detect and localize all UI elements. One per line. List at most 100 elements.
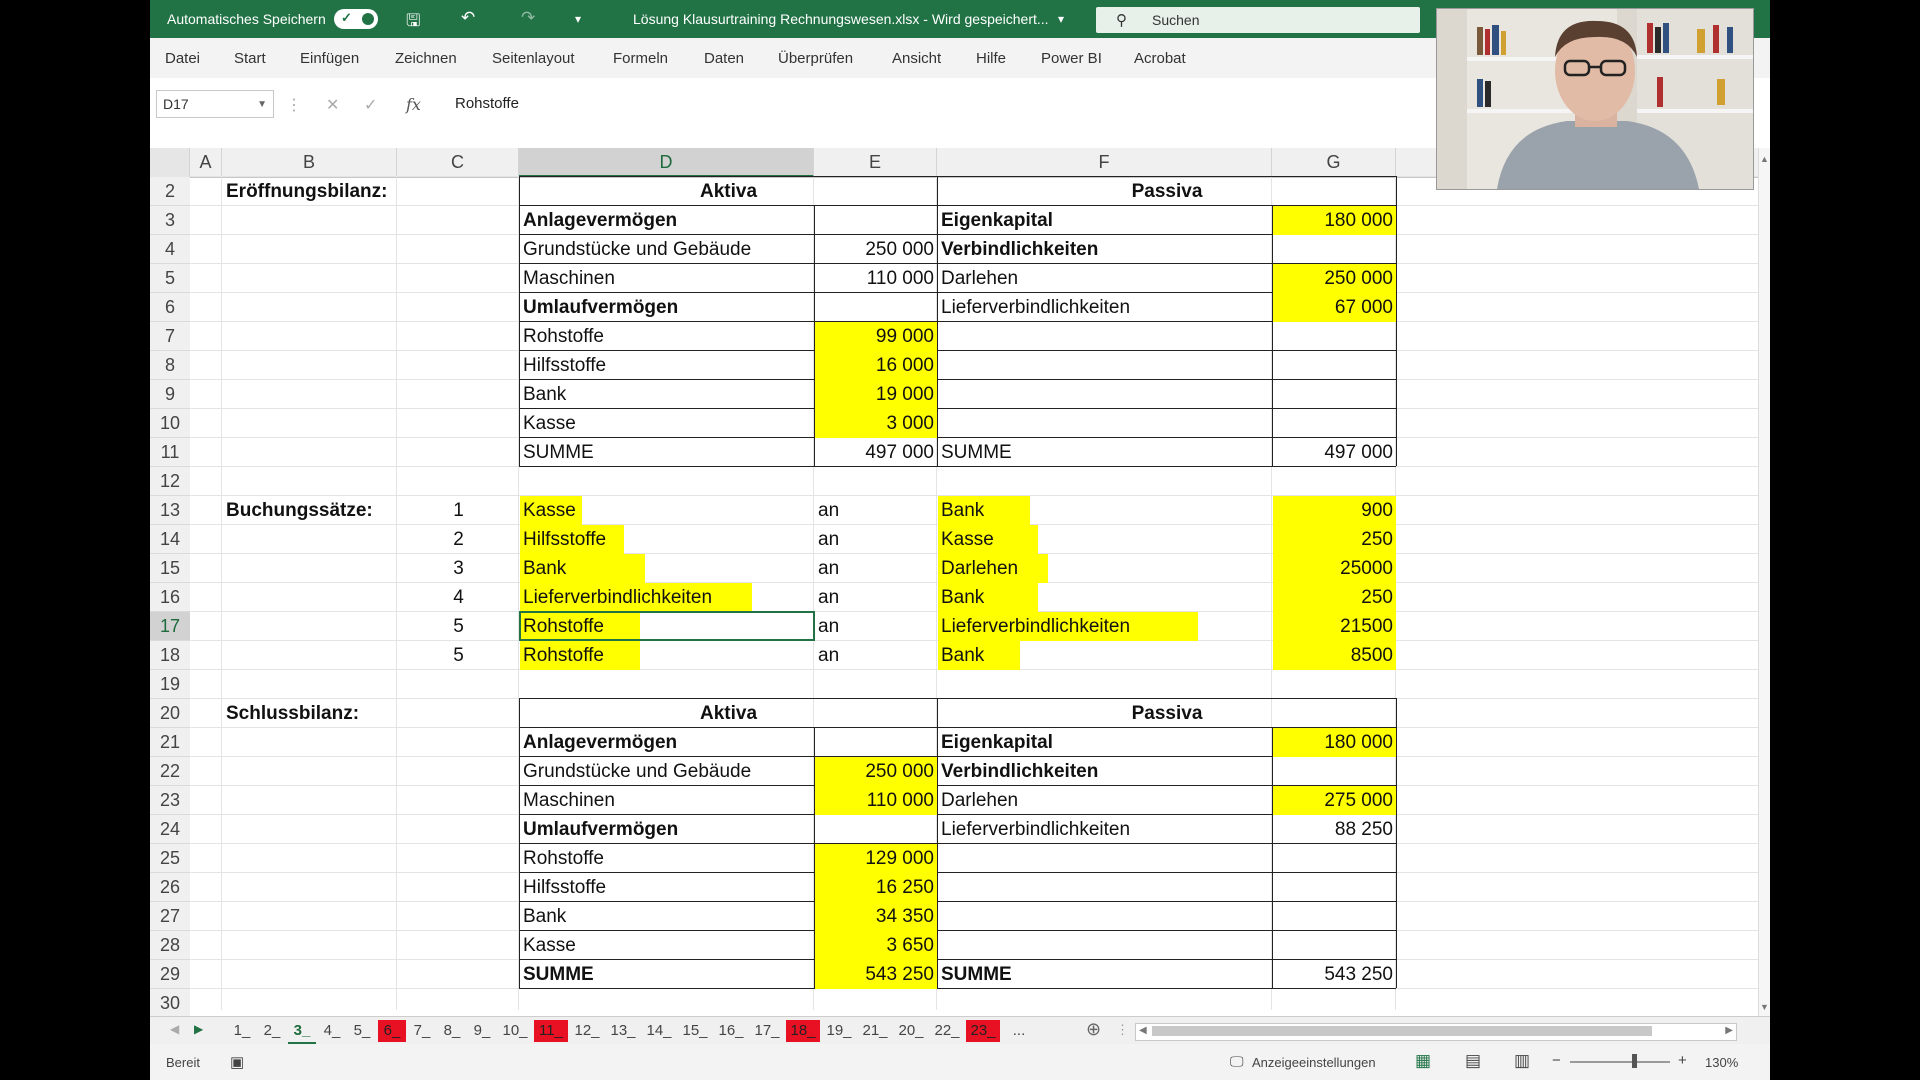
booking-credit[interactable]: Darlehen	[938, 554, 1048, 583]
sheet-tab-6[interactable]: 6_	[378, 1020, 406, 1042]
column-header-b[interactable]: B	[222, 148, 397, 177]
formula-input[interactable]: Rohstoffe	[455, 95, 519, 112]
sheet-tab-7[interactable]: 7_	[408, 1020, 436, 1042]
menu-einfuegen[interactable]: Einfügen	[300, 50, 359, 67]
cell-e11[interactable]: 497 000	[815, 438, 937, 467]
booking-an[interactable]: an	[815, 525, 937, 554]
row-header-12[interactable]: 12	[150, 467, 190, 496]
cell-d28[interactable]: Kasse	[520, 931, 814, 960]
cell-g3[interactable]: 180 000	[1273, 206, 1396, 235]
undo-icon[interactable]: ↶	[461, 8, 475, 28]
menu-zeichnen[interactable]: Zeichnen	[395, 50, 457, 67]
normal-view-icon[interactable]: ▦	[1415, 1051, 1431, 1071]
cell-e26[interactable]: 16 250	[815, 873, 937, 902]
cell-g21[interactable]: 180 000	[1273, 728, 1396, 757]
select-all-corner[interactable]	[150, 148, 190, 177]
booking-no[interactable]: 3	[398, 554, 519, 583]
sheet-tab-15[interactable]: 15_	[678, 1020, 712, 1042]
scroll-thumb[interactable]	[1152, 1026, 1652, 1036]
row-header-2[interactable]: 2	[150, 177, 190, 206]
cell-e28[interactable]: 3 650	[815, 931, 937, 960]
row-header-10[interactable]: 10	[150, 409, 190, 438]
row-header-26[interactable]: 26	[150, 873, 190, 902]
sheet-tab-14[interactable]: 14_	[642, 1020, 676, 1042]
sheet-tab-21[interactable]: 20_	[894, 1020, 928, 1042]
cell-e22[interactable]: 250 000	[815, 757, 937, 786]
sheet-tab-5[interactable]: 5_	[348, 1020, 376, 1042]
row-header-7[interactable]: 7	[150, 322, 190, 351]
row-header-8[interactable]: 8	[150, 351, 190, 380]
sheet-tab-2[interactable]: 2_	[258, 1020, 286, 1042]
cell-f4[interactable]: Verbindlichkeiten	[938, 235, 1272, 264]
cell-d7[interactable]: Rohstoffe	[520, 322, 814, 351]
cell-e8[interactable]: 16 000	[815, 351, 937, 380]
booking-no[interactable]: 4	[398, 583, 519, 612]
cell-d21[interactable]: Anlagevermögen	[520, 728, 814, 757]
row-header-16[interactable]: 16	[150, 583, 190, 612]
title-dropdown-icon[interactable]: ▾	[1058, 12, 1064, 26]
active-cell-d17[interactable]	[519, 611, 815, 641]
booking-no[interactable]: 5	[398, 612, 519, 641]
cell-g23[interactable]: 275 000	[1273, 786, 1396, 815]
page-layout-view-icon[interactable]: ▤	[1465, 1051, 1481, 1071]
cell-d25[interactable]: Rohstoffe	[520, 844, 814, 873]
confirm-icon[interactable]: ✓	[364, 95, 377, 115]
add-sheet-icon[interactable]: ⊕	[1086, 1019, 1101, 1040]
booking-amount[interactable]: 21500	[1273, 612, 1396, 641]
sheet-tab-10[interactable]: 10_	[498, 1020, 532, 1042]
column-header-c[interactable]: C	[397, 148, 519, 177]
row-header-24[interactable]: 24	[150, 815, 190, 844]
booking-no[interactable]: 2	[398, 525, 519, 554]
zoom-in-icon[interactable]: +	[1678, 1052, 1687, 1069]
row-header-25[interactable]: 25	[150, 844, 190, 873]
cell-g29[interactable]: 543 250	[1273, 960, 1396, 989]
cell-e29[interactable]: 543 250	[815, 960, 937, 989]
cell-d11[interactable]: SUMME	[520, 438, 814, 467]
cell-d27[interactable]: Bank	[520, 902, 814, 931]
cancel-icon[interactable]: ✕	[326, 95, 339, 115]
cell-d24[interactable]: Umlaufvermögen	[520, 815, 814, 844]
row-header-5[interactable]: 5	[150, 264, 190, 293]
redo-icon[interactable]: ↷	[521, 8, 535, 28]
booking-no[interactable]: 1	[398, 496, 519, 525]
cell-d22[interactable]: Grundstücke und Gebäude	[520, 757, 814, 786]
menu-seitenlayout[interactable]: Seitenlayout	[492, 50, 575, 67]
insert-function-icon[interactable]: fx	[406, 95, 421, 114]
row-header-14[interactable]: 14	[150, 525, 190, 554]
vertical-scrollbar[interactable]: ▲ ▼	[1758, 148, 1770, 1016]
passiva-header[interactable]: Passiva	[938, 177, 1396, 206]
opening-balance-label[interactable]: Eröffnungsbilanz:	[223, 177, 397, 206]
booking-debit[interactable]: Kasse	[520, 496, 582, 525]
row-header-18[interactable]: 18	[150, 641, 190, 670]
row-header-27[interactable]: 27	[150, 902, 190, 931]
scroll-down-icon[interactable]: ▼	[1760, 1002, 1769, 1012]
row-header-11[interactable]: 11	[150, 438, 190, 467]
row-header-3[interactable]: 3	[150, 206, 190, 235]
cell-f5[interactable]: Darlehen	[938, 264, 1272, 293]
macro-record-icon[interactable]: ▣	[230, 1053, 244, 1071]
zoom-out-icon[interactable]: −	[1552, 1052, 1561, 1069]
column-header-d[interactable]: D	[519, 148, 814, 177]
menu-ansicht[interactable]: Ansicht	[892, 50, 941, 67]
sheet-tab-17[interactable]: 17_	[750, 1020, 784, 1042]
cell-g24[interactable]: 88 250	[1273, 815, 1396, 844]
cell-e25[interactable]: 129 000	[815, 844, 937, 873]
booking-debit[interactable]: Lieferverbindlichkeiten	[520, 583, 752, 612]
zoom-slider-thumb[interactable]	[1632, 1054, 1637, 1068]
menu-hilfe[interactable]: Hilfe	[976, 50, 1006, 67]
menu-start[interactable]: Start	[234, 50, 266, 67]
tab-scroll-right-icon[interactable]: ▶	[194, 1022, 203, 1036]
cell-f3[interactable]: Eigenkapital	[938, 206, 1272, 235]
cell-f24[interactable]: Lieferverbindlichkeiten	[938, 815, 1272, 844]
sheet-tab-22[interactable]: 22_	[930, 1020, 964, 1042]
scroll-left-icon[interactable]: ◀	[1139, 1025, 1147, 1036]
sheet-tab-3[interactable]: 3_	[288, 1020, 316, 1044]
cell-e27[interactable]: 34 350	[815, 902, 937, 931]
cell-e7[interactable]: 99 000	[815, 322, 937, 351]
booking-amount[interactable]: 25000	[1273, 554, 1396, 583]
cell-g6[interactable]: 67 000	[1273, 293, 1396, 322]
cell-d4[interactable]: Grundstücke und Gebäude	[520, 235, 814, 264]
sheet-tab-20[interactable]: 21_	[858, 1020, 892, 1042]
scroll-right-icon[interactable]: ▶	[1725, 1025, 1733, 1036]
cell-d3[interactable]: Anlagevermögen	[520, 206, 814, 235]
